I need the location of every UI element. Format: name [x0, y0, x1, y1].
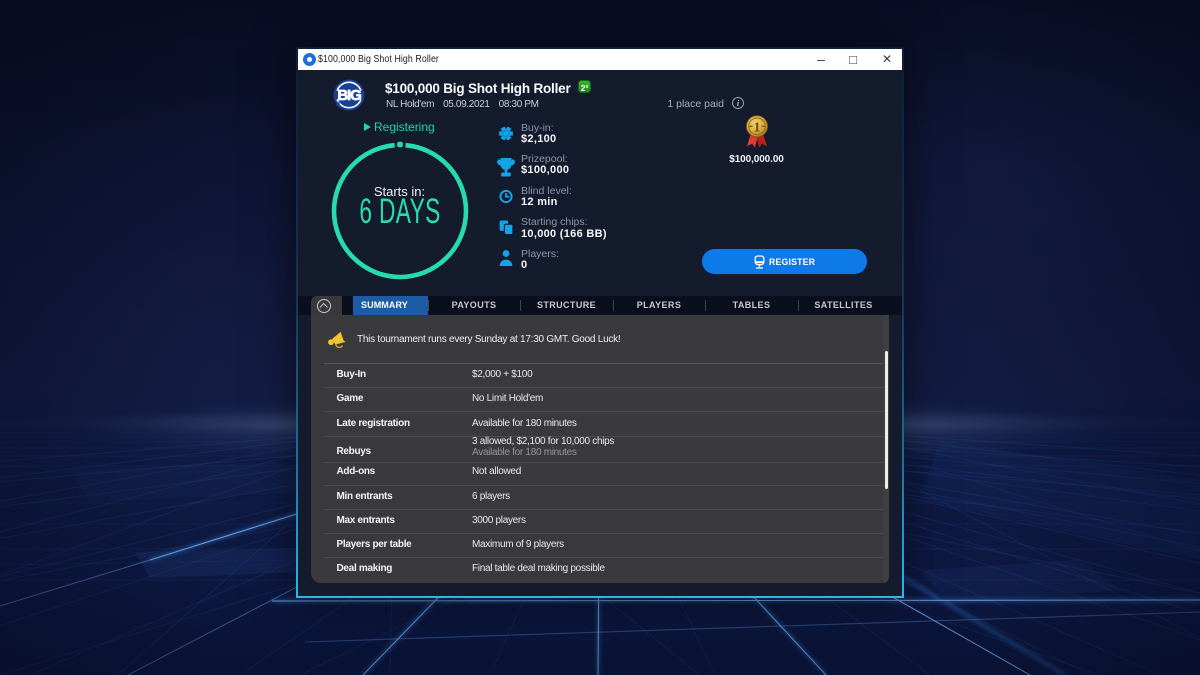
svg-text:BIG: BIG [337, 87, 361, 104]
svg-text:1: 1 [754, 120, 761, 135]
